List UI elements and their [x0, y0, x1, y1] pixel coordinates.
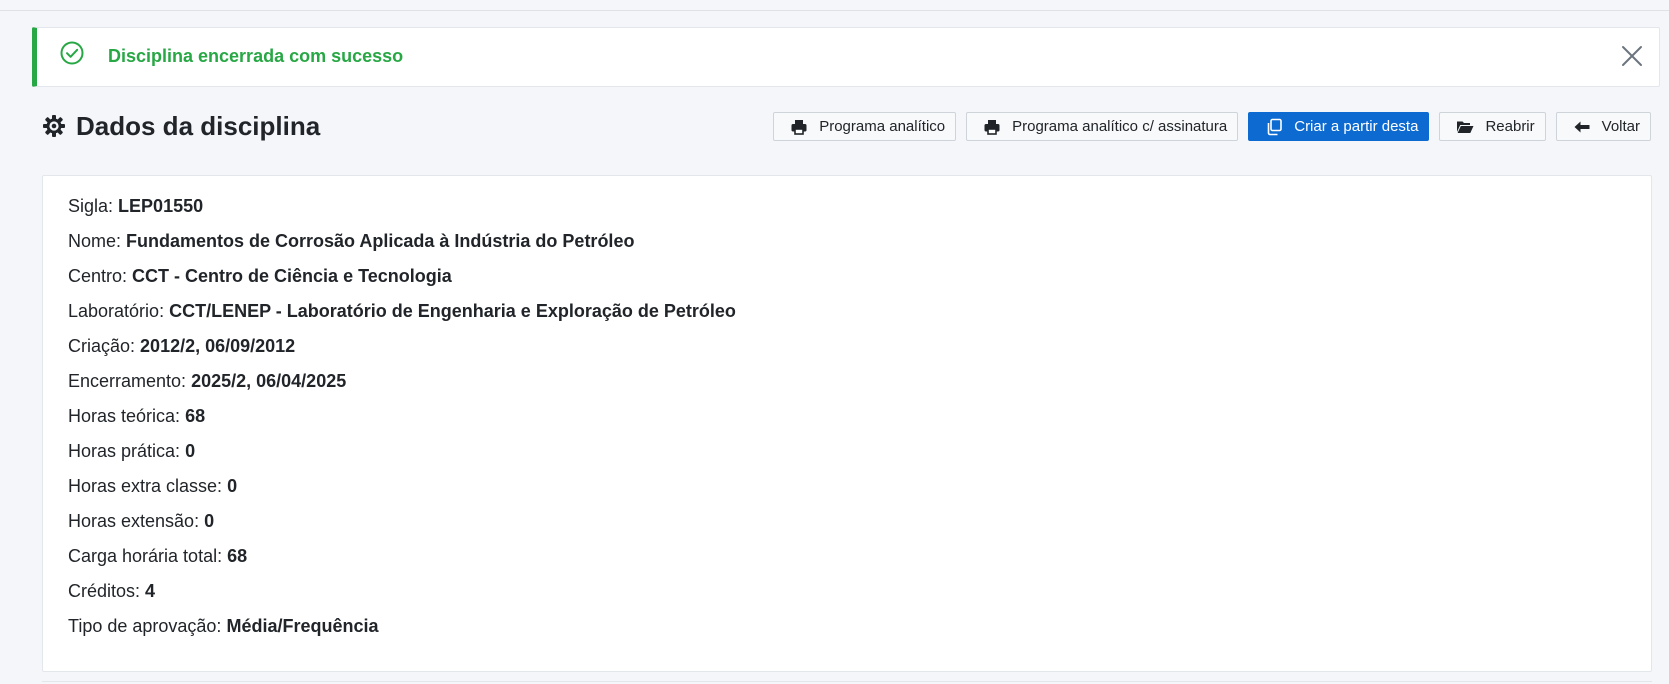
- programa-analitico-button[interactable]: Programa analítico: [773, 112, 957, 141]
- detail-centro: Centro: CCT - Centro de Ciência e Tecnol…: [68, 266, 736, 301]
- detail-label: Encerramento:: [68, 371, 187, 391]
- check-circle-icon: [60, 41, 84, 65]
- detail-label: Centro:: [68, 266, 128, 286]
- detail-label: Laboratório:: [68, 301, 165, 321]
- programa-analitico-assinatura-button[interactable]: Programa analítico c/ assinatura: [966, 112, 1239, 141]
- arrow-left-icon: [1574, 121, 1590, 132]
- detail-value: 0: [185, 441, 196, 461]
- detail-label: Sigla:: [68, 196, 114, 216]
- detail-value: 2025/2, 06/04/2025: [191, 371, 347, 391]
- detail-value: Média/Frequência: [226, 616, 379, 636]
- detail-horas-teorica: Horas teórica: 68: [68, 406, 736, 441]
- next-card-edge: [42, 681, 1652, 682]
- detail-laboratorio: Laboratório: CCT/LENEP - Laboratório de …: [68, 301, 736, 336]
- detail-value: 68: [185, 406, 206, 426]
- detail-value: LEP01550: [118, 196, 204, 216]
- action-toolbar: Programa analítico Programa analítico c/…: [773, 112, 1651, 141]
- detail-value: 4: [145, 581, 156, 601]
- programa-analitico-assinatura-label: Programa analítico c/ assinatura: [1012, 118, 1228, 135]
- programa-analitico-label: Programa analítico: [819, 118, 946, 135]
- printer-icon: [984, 119, 1000, 135]
- voltar-label: Voltar: [1601, 118, 1640, 135]
- printer-icon: [791, 119, 807, 135]
- detail-value: 2012/2, 06/09/2012: [140, 336, 296, 356]
- detail-horas-pratica: Horas prática: 0: [68, 441, 736, 476]
- detail-value: CCT/LENEP - Laboratório de Engenharia e …: [169, 301, 736, 321]
- criar-a-partir-desta-label: Criar a partir desta: [1294, 118, 1419, 135]
- details-list: Sigla: LEP01550 Nome: Fundamentos de Cor…: [68, 196, 736, 651]
- detail-sigla: Sigla: LEP01550: [68, 196, 736, 231]
- detail-horas-extra-classe: Horas extra classe: 0: [68, 476, 736, 511]
- detail-label: Horas extensão:: [68, 511, 200, 531]
- voltar-button[interactable]: Voltar: [1555, 112, 1651, 141]
- folder-open-icon: [1457, 121, 1474, 133]
- detail-creditos: Créditos: 4: [68, 581, 736, 616]
- detail-value: CCT - Centro de Ciência e Tecnologia: [132, 266, 452, 286]
- detail-value: 0: [227, 476, 238, 496]
- page-title: Dados da disciplina: [42, 110, 320, 142]
- reabrir-button[interactable]: Reabrir: [1439, 112, 1546, 141]
- page-title-text: Dados da disciplina: [76, 110, 321, 141]
- detail-value: 68: [227, 546, 248, 566]
- detail-label: Criação:: [68, 336, 136, 356]
- detail-value: 0: [204, 511, 215, 531]
- detail-label: Tipo de aprovação:: [68, 616, 222, 636]
- success-alert: Disciplina encerrada com sucesso: [32, 27, 1660, 87]
- course-details-card: Sigla: LEP01550 Nome: Fundamentos de Cor…: [42, 175, 1652, 672]
- detail-label: Créditos:: [68, 581, 141, 601]
- detail-label: Carga horária total:: [68, 546, 223, 566]
- detail-criacao: Criação: 2012/2, 06/09/2012: [68, 336, 736, 371]
- top-divider: [0, 10, 1669, 11]
- detail-value: Fundamentos de Corrosão Aplicada à Indús…: [126, 231, 635, 251]
- detail-carga-horaria-total: Carga horária total: 68: [68, 546, 736, 581]
- detail-label: Nome:: [68, 231, 122, 251]
- detail-encerramento: Encerramento: 2025/2, 06/04/2025: [68, 371, 736, 406]
- copy-icon: [1267, 118, 1283, 135]
- criar-a-partir-desta-button[interactable]: Criar a partir desta: [1248, 112, 1430, 141]
- close-icon[interactable]: [1619, 43, 1645, 69]
- detail-tipo-aprovacao: Tipo de aprovação: Média/Frequência: [68, 616, 736, 651]
- alert-message: Disciplina encerrada com sucesso: [108, 46, 404, 66]
- detail-nome: Nome: Fundamentos de Corrosão Aplicada à…: [68, 231, 736, 266]
- detail-label: Horas extra classe:: [68, 476, 223, 496]
- detail-label: Horas prática:: [68, 441, 181, 461]
- gear-icon: [43, 115, 65, 137]
- reabrir-label: Reabrir: [1485, 118, 1535, 135]
- detail-horas-extensao: Horas extensão: 0: [68, 511, 736, 546]
- detail-label: Horas teórica:: [68, 406, 181, 426]
